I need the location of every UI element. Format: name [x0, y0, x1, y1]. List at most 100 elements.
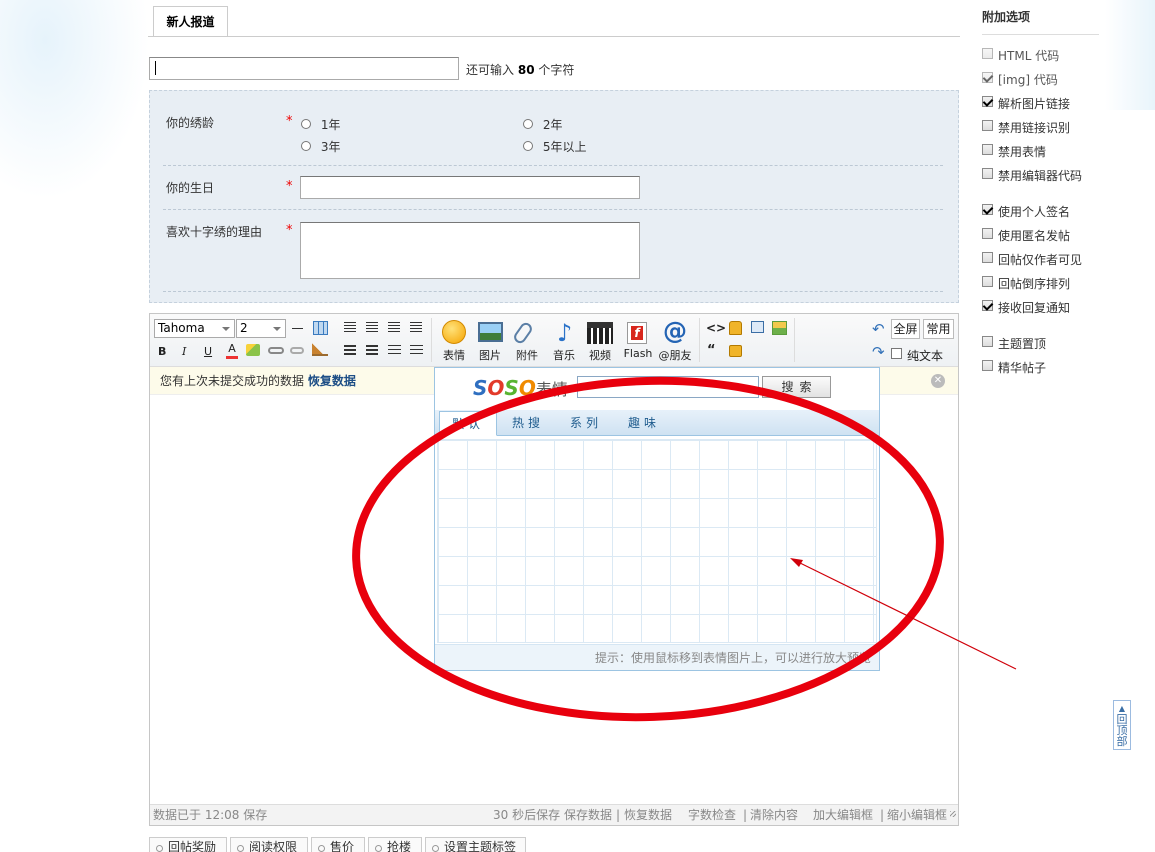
tab-price[interactable]: 售价 [311, 837, 365, 852]
image-icon[interactable] [478, 322, 503, 342]
radio-icon[interactable] [301, 141, 311, 151]
background-glow-right [1105, 0, 1155, 110]
video-icon[interactable] [587, 322, 613, 344]
media-label-attachment[interactable]: 附件 [507, 347, 547, 363]
emoji-tab-default[interactable]: 默认 [439, 411, 497, 436]
radio-option-1yr[interactable]: 1年 [301, 116, 340, 133]
word-count-link[interactable]: 字数检查 [688, 805, 736, 825]
tab-new-member-report[interactable]: 新人报道 [153, 6, 228, 37]
horizontal-rule-icon[interactable] [292, 328, 303, 329]
plaintext-label: 纯文本 [907, 349, 944, 363]
checkbox-icon[interactable] [982, 120, 993, 131]
align-right-icon[interactable] [388, 322, 400, 332]
unordered-list-icon[interactable] [410, 345, 423, 355]
reason-textarea[interactable] [300, 222, 640, 279]
checkbox-icon[interactable] [982, 168, 993, 179]
checkbox-icon[interactable] [982, 48, 993, 59]
restore-data-link-status[interactable]: 恢复数据 [624, 805, 672, 825]
media-label-video[interactable]: 视频 [580, 347, 620, 363]
highlight-icon[interactable] [246, 344, 260, 356]
emoji-tab-fun[interactable]: 趣味 [616, 411, 672, 436]
media-label-flash[interactable]: Flash [618, 347, 658, 360]
hide-content-icon[interactable] [729, 345, 742, 357]
radio-option-2yr[interactable]: 2年 [523, 116, 562, 133]
bold-icon[interactable]: B [158, 345, 166, 359]
tab-reply-reward[interactable]: 回帖奖励 [149, 837, 227, 852]
float-left-icon[interactable] [344, 345, 356, 355]
music-icon[interactable]: ♪ [557, 321, 572, 345]
checkbox-icon[interactable] [982, 360, 993, 371]
undo-icon[interactable]: ↶ [872, 322, 885, 337]
italic-icon[interactable]: I [182, 345, 186, 359]
quote-icon[interactable]: “ [707, 344, 716, 358]
tab-read-permission[interactable]: 阅读权限 [230, 837, 308, 852]
required-mark: * [286, 223, 293, 238]
checkbox-icon[interactable] [982, 252, 993, 263]
emoji-tab-hot[interactable]: 热搜 [500, 411, 556, 436]
plaintext-checkbox[interactable] [891, 348, 902, 359]
flash-icon[interactable]: f [627, 322, 647, 344]
form-separator [163, 291, 943, 292]
emoji-tab-series[interactable]: 系列 [558, 411, 614, 436]
enlarge-editor-link[interactable]: 加大编辑框 [813, 805, 873, 825]
table-icon[interactable] [313, 321, 328, 335]
checkbox-icon[interactable] [982, 96, 993, 107]
tab-set-tags[interactable]: 设置主题标签 [425, 837, 526, 852]
radio-option-5yr-plus[interactable]: 5年以上 [523, 138, 586, 155]
radio-icon[interactable] [301, 119, 311, 129]
code-icon[interactable]: <> [706, 321, 726, 335]
align-center-icon[interactable] [366, 322, 378, 332]
fullscreen-button[interactable]: 全屏 [891, 319, 920, 339]
underline-icon[interactable]: U [204, 345, 212, 359]
checkbox-icon[interactable] [982, 72, 993, 83]
birthday-input[interactable] [300, 176, 640, 199]
media-label-emoji[interactable]: 表情 [434, 347, 474, 363]
common-button[interactable]: 常用 [923, 319, 954, 339]
clear-format-icon[interactable] [312, 343, 328, 356]
close-icon[interactable]: ✕ [931, 374, 945, 388]
gallery-icon[interactable] [772, 321, 787, 335]
checkbox-icon[interactable] [982, 336, 993, 347]
checkbox-icon[interactable] [982, 228, 993, 239]
unlink-icon[interactable] [290, 347, 304, 354]
toolbar-separator [794, 318, 795, 362]
restore-data-link[interactable]: 恢复数据 [308, 374, 356, 388]
align-left-icon[interactable] [344, 322, 356, 332]
save-data-link[interactable]: 保存数据 [564, 805, 612, 825]
clear-content-link[interactable]: 清除内容 [750, 805, 798, 825]
subject-input[interactable] [149, 57, 459, 80]
autosave-countdown: 30 秒后保存 [493, 808, 561, 822]
radio-icon[interactable] [523, 141, 533, 151]
emoji-grid[interactable] [437, 439, 877, 643]
at-icon[interactable]: @ [663, 318, 687, 344]
align-justify-icon[interactable] [410, 322, 422, 332]
shrink-editor-link[interactable]: 缩小编辑框 [887, 805, 947, 825]
emoji-search-input[interactable] [577, 376, 759, 398]
resize-grip-icon[interactable] [950, 811, 956, 817]
media-label-at-friend[interactable]: @朋友 [655, 347, 695, 363]
lock-paid-icon[interactable] [729, 321, 742, 335]
back-to-top-button[interactable]: ▲ 回顶部 [1113, 700, 1131, 750]
font-color-icon[interactable]: A [226, 342, 238, 359]
link-icon[interactable] [268, 347, 284, 354]
media-label-music[interactable]: 音乐 [544, 347, 584, 363]
float-right-icon[interactable] [366, 345, 378, 355]
checkbox-icon[interactable] [982, 276, 993, 287]
font-size-select[interactable]: 2 [236, 319, 286, 338]
tab-grab-floor[interactable]: 抢楼 [368, 837, 422, 852]
radio-option-3yr[interactable]: 3年 [301, 138, 340, 155]
emoji-search-button[interactable]: 搜索 [762, 376, 831, 398]
smiley-icon[interactable] [442, 320, 466, 344]
soso-logo: SOSO表情 [473, 376, 568, 400]
ordered-list-icon[interactable] [388, 345, 401, 355]
checkbox-icon[interactable] [982, 144, 993, 155]
radio-icon[interactable] [523, 119, 533, 129]
checkbox-icon[interactable] [982, 204, 993, 215]
checkbox-icon[interactable] [982, 300, 993, 311]
statusbar-divider: | [743, 808, 748, 822]
font-family-select[interactable]: Tahoma [154, 319, 235, 338]
window-icon[interactable] [751, 321, 764, 333]
redo-icon[interactable]: ↷ [872, 345, 885, 360]
media-label-image[interactable]: 图片 [470, 347, 510, 363]
form-separator [163, 209, 943, 210]
